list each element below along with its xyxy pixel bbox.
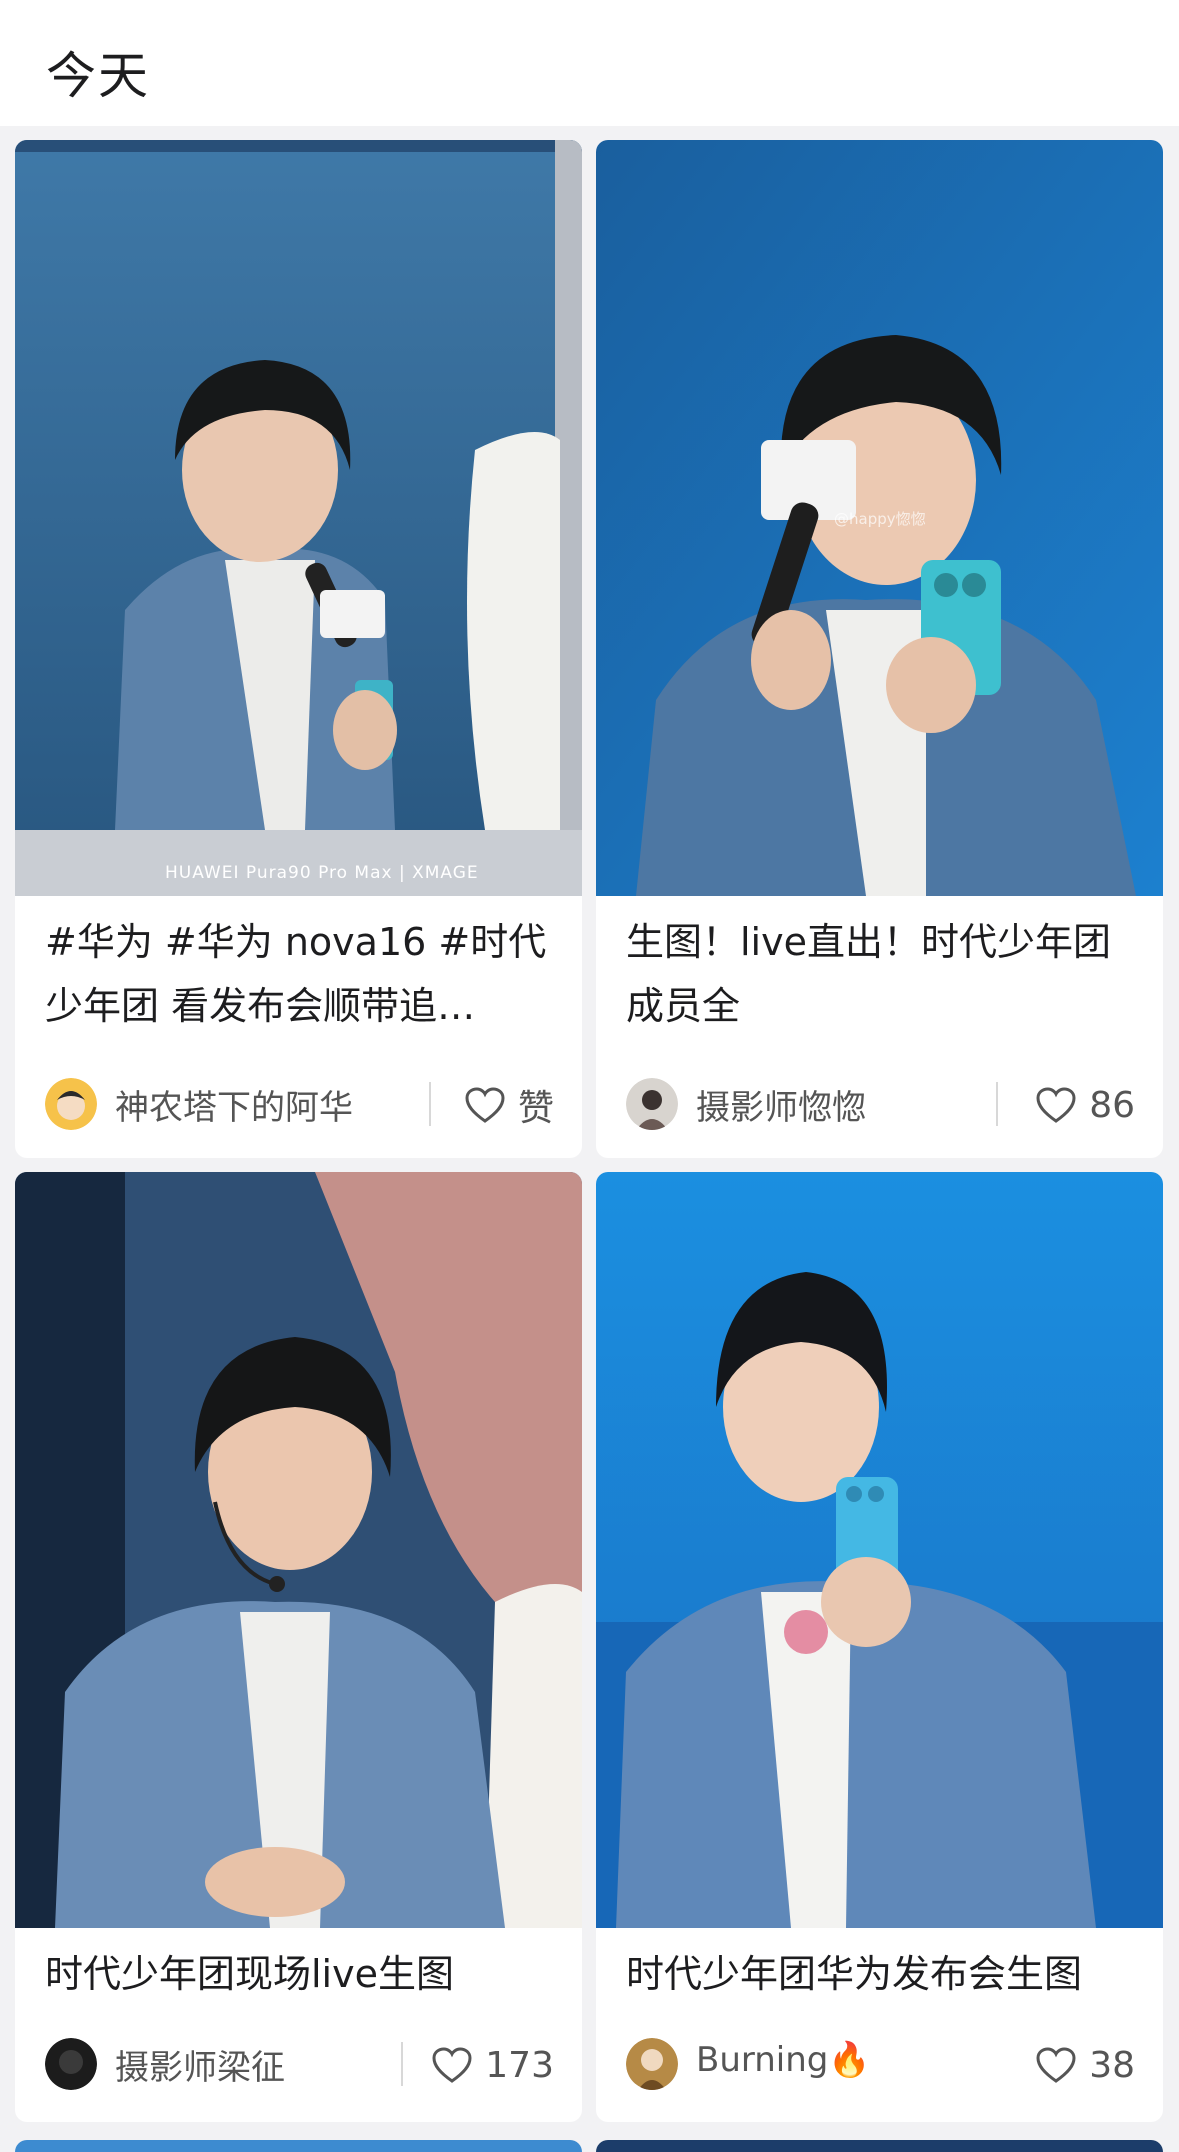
photo-overlay-text: @happy惚惚 bbox=[834, 510, 926, 528]
author-name[interactable]: 摄影师梁征 bbox=[115, 2040, 285, 2089]
photo-overlay-text: HUAWEI Pura90 Pro Max | XMAGE bbox=[165, 863, 479, 883]
post-meta: 神农塔下的阿华 赞 bbox=[15, 1070, 582, 1140]
avatar[interactable] bbox=[45, 2038, 97, 2090]
post-card-peek bbox=[596, 2140, 1163, 2152]
post-card-peek bbox=[15, 2140, 582, 2152]
post-meta: 摄影师梁征 173 bbox=[15, 2030, 582, 2100]
like-button[interactable]: 173 bbox=[431, 2040, 554, 2090]
like-count: 86 bbox=[1089, 1084, 1135, 1126]
like-count: 173 bbox=[485, 2044, 554, 2086]
post-meta: 摄影师惚惚 86 bbox=[596, 1070, 1163, 1140]
post-meta: Burning🔥 38 bbox=[596, 2030, 1163, 2100]
post-caption[interactable]: 生图！live直出！时代少年团成员全 bbox=[626, 910, 1137, 1038]
heart-icon bbox=[432, 2047, 472, 2083]
post-card[interactable]: @happy惚惚 生图！live直出！时代少年团成员全 摄影师惚惚 86 bbox=[596, 140, 1163, 1158]
avatar[interactable] bbox=[626, 1078, 678, 1130]
divider bbox=[429, 1082, 431, 1126]
like-count: 赞 bbox=[517, 1088, 554, 1129]
author-name[interactable]: Burning🔥 bbox=[696, 2040, 871, 2080]
post-caption[interactable]: 时代少年团现场live生图 bbox=[45, 1942, 556, 2006]
section-header: 今天 bbox=[0, 0, 1179, 126]
post-card[interactable]: HUAWEI Pura90 Pro Max | XMAGE #华为 #华为 no… bbox=[15, 140, 582, 1158]
post-caption[interactable]: 时代少年团华为发布会生图 bbox=[626, 1942, 1137, 2006]
like-button[interactable]: 赞 bbox=[464, 1080, 554, 1130]
divider bbox=[401, 2042, 403, 2086]
like-button[interactable]: 38 bbox=[1035, 2040, 1135, 2090]
author-name[interactable]: 神农塔下的阿华 bbox=[115, 1080, 353, 1129]
section-title: 今天 bbox=[46, 47, 150, 105]
avatar[interactable] bbox=[45, 1078, 97, 1130]
heart-icon bbox=[465, 1087, 505, 1123]
post-photo[interactable]: @happy惚惚 bbox=[596, 140, 1163, 896]
like-count: 38 bbox=[1089, 2044, 1135, 2086]
post-card[interactable]: 时代少年团华为发布会生图 Burning🔥 38 bbox=[596, 1172, 1163, 2122]
avatar[interactable] bbox=[626, 2038, 678, 2090]
post-caption[interactable]: #华为 #华为 nova16 #时代少年团 看发布会顺带追… bbox=[45, 910, 556, 1038]
author-name[interactable]: 摄影师惚惚 bbox=[696, 1080, 866, 1129]
heart-icon bbox=[1036, 1087, 1076, 1123]
post-card[interactable]: 时代少年团现场live生图 摄影师梁征 173 bbox=[15, 1172, 582, 2122]
post-photo[interactable] bbox=[15, 1172, 582, 1928]
like-button[interactable]: 86 bbox=[1035, 1080, 1135, 1130]
heart-icon bbox=[1036, 2047, 1076, 2083]
divider bbox=[996, 1082, 998, 1126]
post-photo[interactable]: HUAWEI Pura90 Pro Max | XMAGE bbox=[15, 140, 582, 896]
post-photo[interactable] bbox=[596, 1172, 1163, 1928]
